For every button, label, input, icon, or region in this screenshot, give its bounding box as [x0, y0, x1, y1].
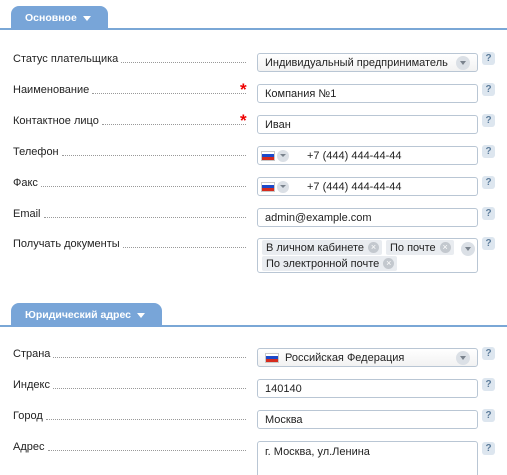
remove-chip-icon[interactable]: ×: [383, 258, 395, 269]
chip-personal-account: В личном кабинете ×: [262, 240, 382, 255]
payer-status-select[interactable]: Индивидуальный предприниматель: [257, 53, 478, 72]
city-label: Город: [13, 410, 246, 423]
contact-input[interactable]: Иван: [257, 115, 478, 134]
caret-down-icon: [137, 313, 145, 318]
address-textarea[interactable]: г. Москва, ул.Ленина: [257, 441, 478, 475]
section-legal-header: Юридический адрес: [0, 303, 507, 327]
section-legal-title: Юридический адрес: [25, 309, 131, 321]
zip-label: Индекс: [13, 379, 246, 392]
name-input[interactable]: Компания №1: [257, 84, 478, 103]
section-legal-toggle[interactable]: Юридический адрес: [11, 303, 162, 327]
help-icon[interactable]: ?: [482, 52, 495, 65]
help-icon[interactable]: ?: [482, 378, 495, 391]
chip-by-email: По электронной почте ×: [262, 256, 398, 271]
fax-label: Факс: [13, 177, 246, 190]
fax-input[interactable]: +7 (444) 444-44-44: [257, 177, 478, 196]
phone-input[interactable]: +7 (444) 444-44-44: [257, 146, 478, 165]
country-code-select[interactable]: [261, 179, 295, 194]
chevron-down-icon: [277, 180, 289, 193]
chevron-down-icon: [277, 149, 289, 162]
help-icon[interactable]: ?: [482, 237, 495, 250]
caret-down-icon: [82, 16, 91, 21]
remove-chip-icon[interactable]: ×: [367, 242, 379, 253]
documents-label: Получать документы: [13, 238, 246, 251]
required-mark: *: [240, 111, 247, 130]
email-input[interactable]: admin@example.com: [257, 208, 478, 227]
help-icon[interactable]: ?: [482, 409, 495, 422]
country-label: Страна: [13, 348, 246, 361]
city-input[interactable]: Москва: [257, 410, 478, 429]
help-icon[interactable]: ?: [482, 145, 495, 158]
help-icon[interactable]: ?: [482, 176, 495, 189]
email-label: Email: [13, 208, 246, 221]
help-icon[interactable]: ?: [482, 207, 495, 220]
help-icon[interactable]: ?: [482, 347, 495, 360]
section-main-title: Основное: [25, 12, 77, 24]
country-select[interactable]: Российская Федерация: [257, 348, 478, 367]
section-main-toggle[interactable]: Основное: [11, 6, 108, 30]
russia-flag-icon: [265, 352, 279, 363]
chip-by-mail: По почте ×: [386, 240, 454, 255]
documents-multiselect[interactable]: В личном кабинете × По почте × По электр…: [257, 238, 478, 273]
help-icon[interactable]: ?: [482, 442, 495, 455]
address-label: Адрес: [13, 441, 246, 454]
contact-label: Контактное лицо: [13, 115, 246, 128]
required-mark: *: [240, 80, 247, 99]
country-code-select[interactable]: [261, 148, 295, 163]
chevron-down-icon[interactable]: [456, 55, 470, 70]
name-label: Наименование: [13, 84, 246, 97]
zip-input[interactable]: 140140: [257, 379, 478, 398]
phone-label: Телефон: [13, 146, 246, 159]
chevron-down-icon[interactable]: [461, 242, 475, 256]
help-icon[interactable]: ?: [482, 114, 495, 127]
remove-chip-icon[interactable]: ×: [439, 242, 451, 253]
russia-flag-icon: [261, 181, 275, 192]
chevron-down-icon[interactable]: [456, 350, 470, 365]
section-main-header: Основное: [0, 6, 507, 30]
help-icon[interactable]: ?: [482, 83, 495, 96]
payer-status-label: Статус плательщика: [13, 53, 246, 66]
russia-flag-icon: [261, 150, 275, 161]
